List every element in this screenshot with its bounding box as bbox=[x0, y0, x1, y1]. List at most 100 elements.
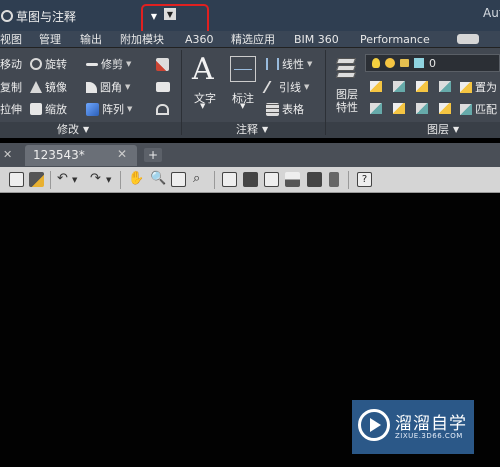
workspace-label: 草图与注释 bbox=[16, 9, 77, 24]
save-icon[interactable] bbox=[9, 172, 24, 187]
toolbar-separator bbox=[348, 171, 349, 189]
layer-properties-icon[interactable] bbox=[333, 55, 359, 81]
linear-dim-button[interactable]: 线性 ▼ bbox=[266, 55, 312, 73]
play-icon bbox=[358, 409, 390, 441]
panel-separator bbox=[181, 50, 182, 135]
trim-label: 修剪 bbox=[101, 58, 123, 71]
match-layer-button[interactable]: 匹配 bbox=[460, 100, 497, 118]
toolbar-separator bbox=[120, 171, 121, 189]
move-label: 移动 bbox=[0, 58, 22, 71]
layers-title-label: 图层 bbox=[427, 123, 449, 136]
tab-bim360[interactable]: BIM 360 bbox=[294, 31, 339, 48]
layer-dropdown[interactable]: 0 bbox=[365, 54, 500, 72]
layers-panel-title[interactable]: 图层 ▼ bbox=[427, 122, 459, 138]
layer-on-icon[interactable] bbox=[370, 103, 382, 114]
array-button[interactable]: 阵列 ▼ bbox=[86, 100, 132, 118]
tab-a360[interactable]: A360 bbox=[185, 31, 214, 48]
chevron-down-icon[interactable]: ▼ bbox=[200, 102, 205, 110]
calculator-icon[interactable] bbox=[329, 172, 339, 187]
explode-button[interactable] bbox=[156, 78, 170, 96]
zoom-previous-icon[interactable]: ⌕ bbox=[193, 171, 200, 186]
rotate-label: 旋转 bbox=[45, 58, 67, 71]
table-icon bbox=[266, 102, 279, 116]
array-icon bbox=[86, 102, 99, 116]
tab-output[interactable]: 输出 bbox=[80, 31, 102, 48]
set-current-icon bbox=[460, 81, 472, 93]
layer-off-icon[interactable] bbox=[370, 81, 382, 92]
markup-icon[interactable] bbox=[307, 172, 322, 187]
publish-icon[interactable] bbox=[29, 172, 44, 187]
move-button[interactable]: 移动 bbox=[0, 55, 22, 73]
annotation-title-label: 注释 bbox=[236, 123, 258, 136]
mirror-button[interactable]: 镜像 bbox=[30, 78, 67, 96]
sun-icon bbox=[385, 58, 395, 68]
mirror-label: 镜像 bbox=[45, 81, 67, 94]
tab-addins[interactable]: 附加模块 bbox=[120, 31, 164, 48]
zoom-window-icon[interactable] bbox=[171, 172, 186, 187]
zoom-realtime-icon[interactable]: 🔍 bbox=[150, 171, 166, 186]
match-label: 匹配 bbox=[475, 103, 497, 116]
table-label: 表格 bbox=[282, 103, 304, 116]
chevron-down-icon: ▼ bbox=[453, 125, 460, 134]
app-title: Aut bbox=[483, 6, 500, 20]
sheet-set-icon[interactable] bbox=[285, 172, 300, 187]
toolbar-separator bbox=[50, 171, 51, 189]
properties-icon[interactable] bbox=[222, 172, 237, 187]
layer-isolate-icon[interactable] bbox=[393, 81, 405, 92]
chevron-down-icon: ▼ bbox=[304, 83, 310, 91]
redo-icon[interactable]: ↷ bbox=[90, 171, 101, 186]
draw-tool-button[interactable] bbox=[156, 55, 169, 73]
copy-button[interactable]: 复制 bbox=[0, 78, 22, 96]
document-tab-label: 123543* bbox=[33, 148, 85, 162]
close-icon[interactable]: ✕ bbox=[117, 147, 127, 161]
tool-palettes-icon[interactable] bbox=[264, 172, 279, 187]
brush-icon bbox=[156, 57, 169, 71]
layer-lock-icon[interactable] bbox=[439, 81, 451, 92]
rotate-button[interactable]: 旋转 bbox=[30, 55, 67, 73]
annotation-panel-title[interactable]: 注释 ▼ bbox=[236, 122, 268, 138]
leader-button[interactable]: 引线 ▼ bbox=[262, 78, 310, 96]
workspace-switcher[interactable]: 草图与注释 bbox=[0, 6, 76, 26]
fillet-button[interactable]: 圆角 ▼ bbox=[86, 78, 130, 96]
color-swatch bbox=[414, 58, 424, 68]
scale-button[interactable]: 缩放 bbox=[30, 100, 67, 118]
set-current-button[interactable]: 置为 bbox=[460, 78, 497, 96]
match-layer-icon bbox=[460, 103, 472, 115]
linear-dim-icon bbox=[266, 58, 279, 70]
new-tab-button[interactable]: + bbox=[144, 148, 162, 162]
chevron-down-icon: ▼ bbox=[126, 60, 132, 68]
tab-featured-apps[interactable]: 精选应用 bbox=[231, 31, 275, 48]
layer-freeze-icon[interactable] bbox=[416, 81, 428, 92]
modify-panel-title[interactable]: 修改 ▼ bbox=[57, 122, 89, 138]
chevron-down-icon[interactable]: ▼ bbox=[72, 176, 77, 184]
pan-icon[interactable]: ✋ bbox=[128, 171, 144, 186]
offset-button[interactable] bbox=[156, 100, 169, 118]
help-icon[interactable]: ? bbox=[357, 172, 372, 187]
layer-unlock-icon[interactable] bbox=[439, 103, 451, 114]
design-center-icon[interactable] bbox=[243, 172, 258, 187]
dimension-icon[interactable] bbox=[230, 56, 256, 82]
tab-manage[interactable]: 管理 bbox=[39, 31, 61, 48]
layer-properties-label[interactable]: 图层 特性 bbox=[336, 88, 362, 114]
text-icon[interactable]: A bbox=[192, 54, 214, 86]
trim-button[interactable]: 修剪 ▼ bbox=[86, 55, 131, 73]
chevron-down-icon[interactable]: ▼ bbox=[240, 102, 245, 110]
linear-label: 线性 bbox=[282, 58, 304, 71]
fillet-label: 圆角 bbox=[100, 81, 122, 94]
table-button[interactable]: 表格 bbox=[266, 100, 304, 118]
ribbon-minimize-toggle[interactable] bbox=[457, 34, 479, 44]
close-icon[interactable]: ✕ bbox=[3, 148, 12, 161]
tab-view[interactable]: 视图 bbox=[0, 31, 22, 48]
watermark-url: ZIXUE.3D66.COM bbox=[395, 432, 463, 440]
layer-thaw-icon[interactable] bbox=[416, 103, 428, 114]
stretch-button[interactable]: 拉伸 bbox=[0, 100, 22, 118]
rotate-icon bbox=[30, 58, 42, 70]
chevron-down-icon: ▼ bbox=[262, 125, 269, 134]
lock-icon bbox=[400, 59, 409, 67]
layer-unisolate-icon[interactable] bbox=[393, 103, 405, 114]
layer-stack-shape bbox=[335, 65, 357, 71]
chevron-down-icon[interactable]: ▼ bbox=[106, 176, 111, 184]
undo-icon[interactable]: ↶ bbox=[57, 171, 68, 186]
tab-performance[interactable]: Performance bbox=[360, 31, 430, 48]
lightbulb-icon bbox=[372, 58, 380, 68]
